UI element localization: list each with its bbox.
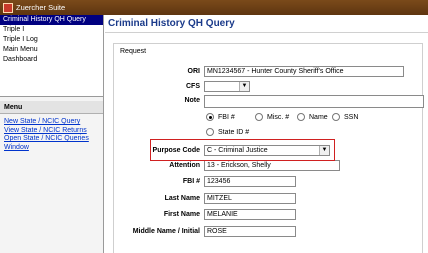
- purpose-code-highlight-box: [150, 139, 335, 161]
- main-panel: Criminal History QH Query Request ORI MN…: [105, 15, 428, 253]
- note-field[interactable]: [204, 95, 424, 108]
- radio-selected-icon: [206, 113, 214, 121]
- last-name-value: MITZEL: [207, 195, 232, 202]
- radio-icon: [297, 113, 305, 121]
- app-icon: [3, 2, 13, 13]
- nav-item-main-menu[interactable]: Main Menu: [0, 45, 103, 55]
- view-state-ncic-returns-link[interactable]: View State / NCIC Returns: [4, 127, 100, 136]
- radio-state-id-number-label: State ID #: [218, 128, 250, 136]
- menu-heading: Menu: [0, 101, 103, 114]
- radio-icon: [206, 128, 214, 136]
- attention-value: 13 - Erickson, Shelly: [207, 162, 271, 169]
- radio-name-label: Name: [309, 113, 328, 121]
- radio-ssn[interactable]: SSN: [332, 113, 358, 121]
- left-pane: Criminal History QH Query Triple I Tripl…: [0, 15, 104, 253]
- radio-misc-number-label: Misc. #: [267, 113, 290, 121]
- open-state-ncic-queries-window-link[interactable]: Open State / NCIC Queries Window: [4, 135, 100, 152]
- window-title: Zuercher Suite: [16, 3, 66, 12]
- first-name-label: First Name: [163, 211, 200, 218]
- nav-item-criminal-history-qh-query[interactable]: Criminal History QH Query: [0, 15, 103, 25]
- first-name-field[interactable]: MELANIE: [204, 209, 296, 220]
- fbi-number-label: FBI #: [182, 178, 200, 185]
- radio-name[interactable]: Name: [297, 113, 328, 121]
- new-state-ncic-query-link[interactable]: New State / NCIC Query: [4, 118, 100, 127]
- radio-state-id-number[interactable]: State ID #: [206, 128, 249, 136]
- nav-list: Criminal History QH Query Triple I Tripl…: [0, 15, 103, 97]
- cfs-label: CFS: [186, 83, 200, 90]
- cfs-dropdown[interactable]: ▼: [204, 81, 250, 92]
- request-section-label: Request: [120, 48, 147, 55]
- nav-item-triple-i[interactable]: Triple I: [0, 25, 103, 35]
- middle-name-label: Middle Name / Initial: [132, 228, 200, 235]
- nav-item-dashboard[interactable]: Dashboard: [0, 55, 103, 65]
- nav-item-triple-i-log[interactable]: Triple I Log: [0, 35, 103, 45]
- ori-field[interactable]: MN1234567 - Hunter County Sheriff's Offi…: [204, 66, 404, 77]
- ori-label: ORI: [187, 68, 200, 75]
- attention-field[interactable]: 13 - Erickson, Shelly: [204, 160, 340, 171]
- window-titlebar: Zuercher Suite: [0, 0, 428, 15]
- radio-icon: [332, 113, 340, 121]
- first-name-value: MELANIE: [207, 211, 238, 218]
- middle-name-value: ROSE: [207, 228, 227, 235]
- last-name-label: Last Name: [164, 195, 200, 202]
- radio-icon: [255, 113, 263, 121]
- radio-fbi-number[interactable]: FBI #: [206, 113, 235, 121]
- attention-label: Attention: [169, 162, 200, 169]
- menu-links: New State / NCIC Query View State / NCIC…: [4, 118, 100, 152]
- chevron-down-icon: ▼: [239, 82, 249, 91]
- last-name-field[interactable]: MITZEL: [204, 193, 296, 204]
- radio-ssn-label: SSN: [344, 113, 359, 121]
- ori-value: MN1234567 - Hunter County Sheriff's Offi…: [207, 68, 344, 75]
- page-title: Criminal History QH Query: [105, 15, 428, 33]
- radio-misc-number[interactable]: Misc. #: [255, 113, 289, 121]
- fbi-number-value: 123456: [207, 178, 231, 185]
- fbi-number-field[interactable]: 123456: [204, 176, 296, 187]
- radio-fbi-number-label: FBI #: [218, 113, 235, 121]
- note-label: Note: [184, 97, 200, 104]
- middle-name-field[interactable]: ROSE: [204, 226, 296, 237]
